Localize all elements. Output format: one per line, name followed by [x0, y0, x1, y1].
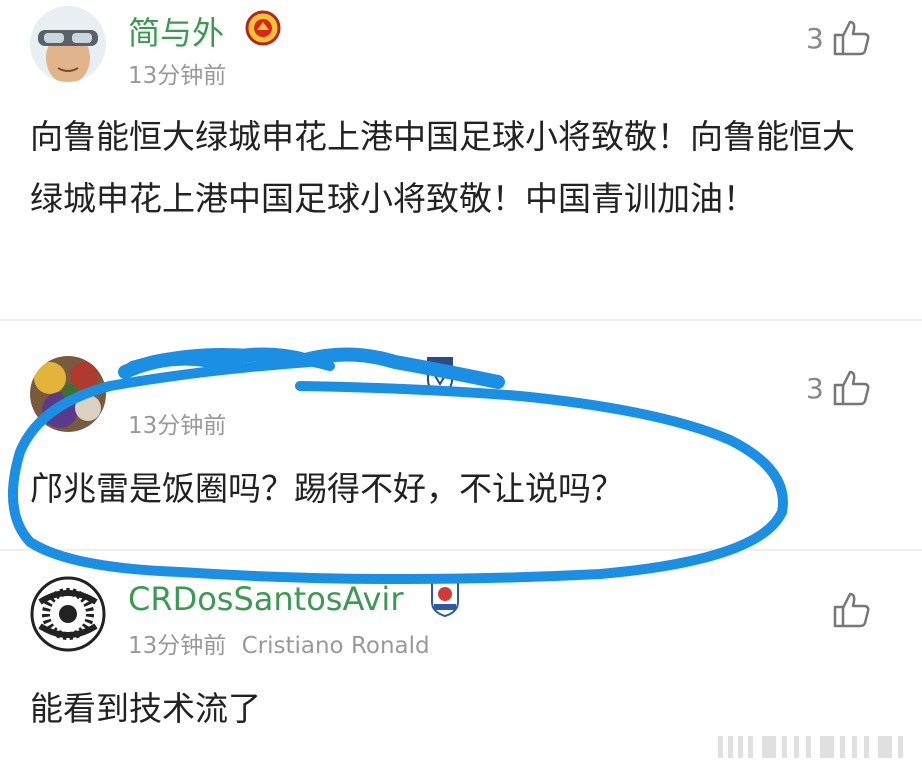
- watermark-bars: [712, 732, 922, 762]
- comment-time: 13分钟前: [128, 63, 227, 89]
- team-name: Cristiano Ronald: [241, 633, 430, 659]
- avatar[interactable]: [30, 6, 106, 82]
- comment-text: 邝兆雷是饭圈吗？踢得不好，不让说吗？: [30, 469, 624, 508]
- club-crest-icon: [426, 356, 454, 400]
- like-count: 3: [806, 372, 824, 405]
- avatar[interactable]: [30, 576, 106, 652]
- comment-text: 能看到技术流了: [30, 689, 261, 728]
- comment-text: 向鲁能恒大绿城申花上港中国足球小将致敬！向鲁能恒大绿城申花上港中国足球小将致敬！…: [30, 117, 855, 218]
- comment-time-value: 13分钟前: [128, 633, 227, 659]
- thumbs-up-icon[interactable]: [832, 590, 872, 630]
- comment-time: 13分钟前: [128, 413, 227, 439]
- username[interactable]: 简与外: [128, 8, 224, 54]
- username[interactable]: CRDosSantosAvir: [128, 580, 403, 618]
- comment-item: 简与外 13分钟前 3 向鲁能恒大绿城申花上港中国足球小将致敬！向鲁能恒大绿城申…: [0, 0, 922, 320]
- comment-time: 13分钟前 Cristiano Ronald: [128, 626, 430, 660]
- like-count: 3: [806, 22, 824, 55]
- thumbs-up-icon[interactable]: [832, 18, 872, 58]
- avatar[interactable]: [30, 356, 106, 432]
- manchester-united-crest-icon: [245, 10, 281, 50]
- comment-item: 13分钟前 3 邝兆雷是饭圈吗？踢得不好，不让说吗？: [0, 320, 922, 550]
- club-shield-icon: [430, 578, 460, 622]
- thumbs-up-icon[interactable]: [832, 368, 872, 408]
